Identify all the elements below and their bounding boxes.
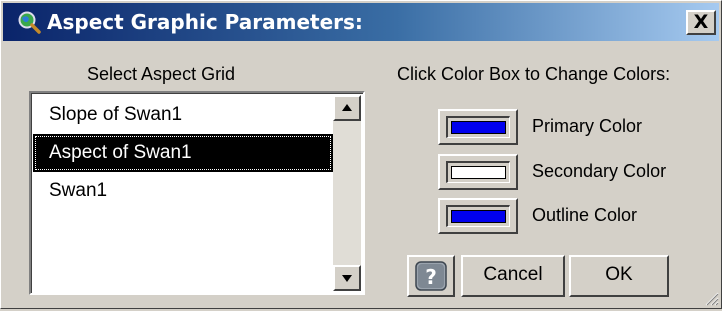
primary-color-label: Primary Color [532,116,643,136]
list-item-label: Aspect of Swan1 [49,142,192,163]
primary-color-frame [446,116,510,138]
svg-text:?: ? [425,265,437,289]
title-bar[interactable]: Aspect Graphic Parameters: X [3,3,719,41]
outline-color-label: Outline Color [532,205,638,225]
color-instructions-label: Click Color Box to Change Colors: [397,64,671,84]
list-item-swan1[interactable]: Swan1 [33,172,333,210]
ok-button[interactable]: OK [569,255,669,297]
secondary-color-fill [451,166,506,179]
select-grid-label: Select Aspect Grid [87,64,236,84]
outline-color-fill [451,210,506,223]
scroll-up-button[interactable] [333,95,361,121]
globe-magnifier-icon [17,10,41,34]
cancel-button[interactable]: Cancel [461,255,565,297]
dialog-title: Aspect Graphic Parameters: [47,10,363,34]
list-item-label: Swan1 [49,180,108,201]
close-icon: X [693,11,709,33]
list-item-aspect-of-swan1[interactable]: Aspect of Swan1 [33,134,333,172]
resize-grip-icon[interactable] [703,290,719,306]
primary-color-fill [451,121,506,134]
help-button[interactable]: ? [407,255,455,297]
secondary-color-frame [446,161,510,183]
primary-color-box[interactable] [438,109,518,145]
listbox-scrollbar[interactable] [333,95,361,291]
outline-color-box[interactable] [438,198,518,234]
list-item-slope-of-swan1[interactable]: Slope of Swan1 [33,96,333,134]
secondary-color-box[interactable] [438,154,518,190]
close-button[interactable]: X [686,10,716,35]
list-item-label: Slope of Swan1 [49,104,183,125]
question-icon: ? [415,261,447,296]
secondary-color-label: Secondary Color [532,161,667,181]
scroll-down-button[interactable] [333,265,361,291]
outline-color-frame [446,205,510,227]
aspect-grid-listbox[interactable]: Slope of Swan1 Aspect of Swan1 Swan1 [29,91,365,295]
dialog-window: Aspect Graphic Parameters: X Select Aspe… [0,0,722,309]
